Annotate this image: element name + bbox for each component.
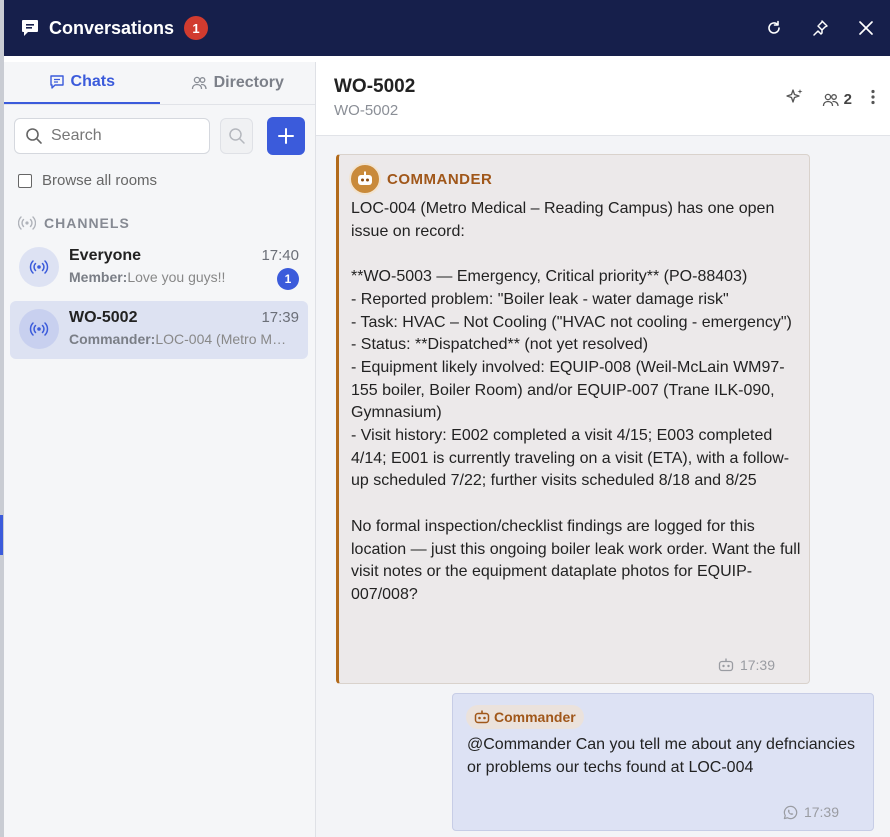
- background-app-accent: [0, 515, 3, 555]
- search-icon: [228, 128, 245, 144]
- refresh-icon[interactable]: [764, 18, 784, 38]
- conversations-panel: Conversations 1 Chats Directory Search B…: [4, 0, 890, 837]
- robot-icon: [718, 658, 734, 672]
- add-room-button[interactable]: [267, 117, 305, 155]
- chat-title: WO-5002: [334, 76, 416, 97]
- room-avatar: [19, 309, 59, 349]
- message-meta: 17:39: [718, 657, 775, 673]
- room-everyone[interactable]: Everyone 17:40 Member:Love you guys!! 1: [10, 239, 308, 297]
- chat-main: WO-5002 WO-5002 2 COMMANDER LOC-004 (Met…: [316, 62, 890, 837]
- sparkle-icon[interactable]: [786, 88, 804, 111]
- chat-header: WO-5002 WO-5002 2: [316, 62, 890, 136]
- message-incoming: COMMANDER LOC-004 (Metro Medical – Readi…: [336, 154, 810, 684]
- more-options-icon[interactable]: [870, 89, 876, 110]
- members-button[interactable]: 2: [822, 91, 852, 108]
- room-preview: Member:Love you guys!!: [69, 269, 287, 285]
- member-count: 2: [843, 91, 852, 108]
- pin-icon[interactable]: [810, 18, 830, 38]
- room-time: 17:40: [261, 247, 299, 264]
- tab-chats[interactable]: Chats: [4, 62, 160, 104]
- robot-icon: [474, 710, 490, 724]
- search-box: [14, 118, 210, 154]
- room-name: Everyone: [69, 247, 142, 264]
- search-icon: [26, 128, 42, 144]
- search-button[interactable]: [219, 118, 254, 154]
- chat-bubble-icon: [20, 18, 40, 38]
- preview-sender: Commander:: [69, 331, 156, 347]
- people-icon: [191, 76, 207, 90]
- chat-icon: [49, 75, 64, 89]
- panel-title: Conversations: [49, 17, 175, 38]
- search-input[interactable]: [51, 127, 201, 145]
- room-wo-5002[interactable]: WO-5002 17:39 Commander:LOC-004 (Metro M…: [10, 301, 308, 359]
- close-icon[interactable]: [856, 18, 876, 38]
- room-unread-badge: 1: [277, 268, 299, 290]
- room-avatar: [19, 247, 59, 287]
- chat-subtitle: WO-5002: [334, 102, 399, 119]
- robot-icon: [358, 171, 372, 185]
- chat-header-actions: 2: [786, 88, 876, 111]
- mention-label: Commander: [494, 709, 576, 725]
- search-row: [4, 105, 315, 155]
- preview-sender: Member:: [69, 269, 128, 285]
- room-time: 17:39: [261, 309, 299, 326]
- people-icon: [822, 93, 839, 106]
- mention-tag: Commander: [466, 705, 584, 729]
- broadcast-icon: [29, 260, 49, 274]
- message-body: @Commander Can you tell me about any def…: [467, 736, 855, 776]
- sidebar: Chats Directory Browse all rooms: [4, 62, 316, 837]
- tab-directory[interactable]: Directory: [160, 62, 316, 104]
- browse-label: Browse all rooms: [42, 172, 158, 189]
- message-sender: COMMANDER: [387, 171, 493, 188]
- header-actions: [764, 0, 876, 56]
- unread-badge: 1: [184, 16, 209, 40]
- broadcast-icon: [18, 216, 36, 230]
- panel-header: Conversations 1: [4, 0, 890, 56]
- message-outgoing: Commander @Commander Can you tell me abo…: [452, 693, 874, 831]
- browse-checkbox[interactable]: [18, 173, 32, 188]
- sidebar-tabs: Chats Directory: [4, 62, 315, 105]
- channels-title: CHANNELS: [44, 215, 130, 231]
- channels-heading: CHANNELS: [4, 189, 315, 231]
- browse-all-rooms[interactable]: Browse all rooms: [4, 155, 315, 189]
- whatsapp-icon: [783, 805, 798, 819]
- room-name: WO-5002: [69, 309, 138, 326]
- commander-avatar: [349, 163, 381, 195]
- plus-icon: [278, 128, 295, 144]
- message-time: 17:39: [803, 804, 839, 820]
- tab-label: Chats: [70, 73, 115, 90]
- message-body: LOC-004 (Metro Medical – Reading Campus)…: [351, 200, 801, 603]
- room-preview: Commander:LOC-004 (Metro Medical – Readi…: [69, 331, 287, 347]
- tab-label: Directory: [213, 74, 284, 91]
- preview-text: LOC-004 (Metro Medical – Reading Campus)…: [155, 331, 287, 347]
- preview-text: Love you guys!!: [127, 269, 226, 285]
- message-time: 17:39: [739, 657, 775, 673]
- message-meta: 17:39: [783, 804, 839, 820]
- broadcast-icon: [29, 322, 49, 336]
